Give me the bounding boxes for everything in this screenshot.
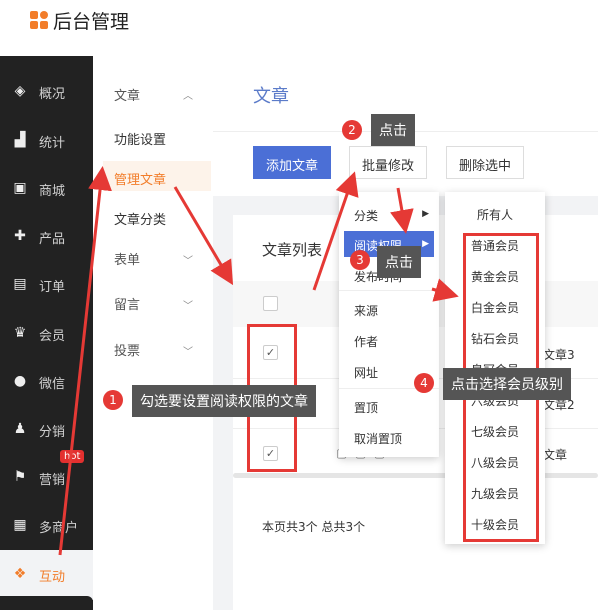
step-number-badge: 1 <box>103 390 123 410</box>
step-tooltip: 点击 <box>377 246 421 278</box>
step-number-badge: 2 <box>342 120 362 140</box>
step-tooltip: 勾选要设置阅读权限的文章 <box>132 385 316 417</box>
step-number-badge: 4 <box>414 373 434 393</box>
step-tooltip: 点击 <box>371 114 415 146</box>
instruction-arrows <box>58 166 459 556</box>
step-tooltip: 点击选择会员级别 <box>443 368 571 400</box>
step-number-badge: 3 <box>350 250 370 270</box>
